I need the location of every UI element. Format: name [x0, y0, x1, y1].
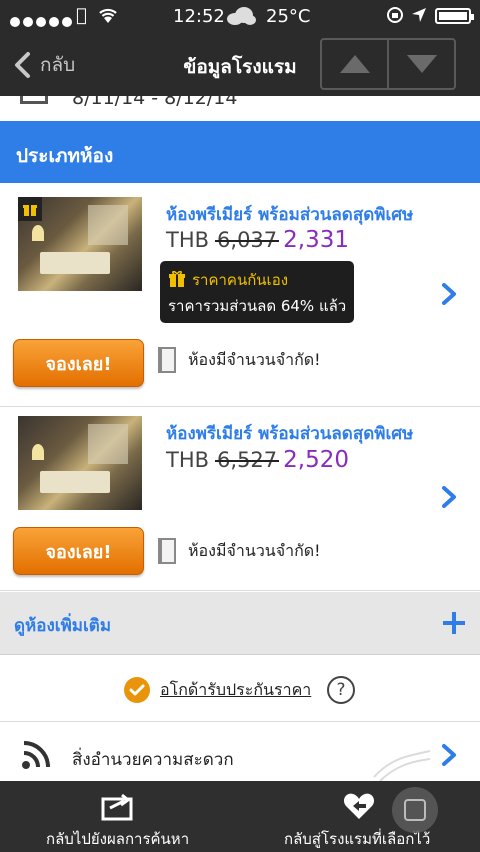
chevron-right-icon[interactable] — [440, 486, 458, 508]
discounted-price: 2,331 — [283, 227, 350, 253]
bottom-toolbar: กลับไปยังผลการค้นหา กลับสู่โรงแรมที่เลือ… — [0, 781, 480, 852]
return-arrow-icon — [101, 793, 133, 821]
wifi-icon — [99, 8, 117, 23]
room-photo[interactable] — [18, 197, 142, 291]
more-rooms-label: ดูห้องเพิ่มเติม — [14, 616, 112, 636]
room-title[interactable]: ห้องพรีเมียร์ พร้อมส่วนลดสุดพิเศษ — [166, 201, 413, 228]
signal-dots — [10, 12, 75, 31]
door-icon — [158, 538, 176, 564]
currency: THB — [166, 228, 210, 252]
book-now-button[interactable]: จองเลย! — [13, 339, 144, 387]
chevron-right-icon[interactable] — [440, 744, 458, 766]
availability-text: ห้องมีจำนวนจำกัด! — [188, 349, 321, 369]
cloud-icon — [227, 7, 256, 25]
status-bar:  12:52 25°C — [0, 0, 480, 32]
facilities-label: สิ่งอำนวยความสะดวก — [72, 750, 234, 770]
price-row: THB 6,527 2,520 — [166, 447, 349, 473]
triangle-down-icon — [406, 55, 437, 73]
discounted-price: 2,520 — [283, 447, 350, 473]
price-guarantee-row: อโกด้ารับประกันราคา ? — [0, 656, 480, 722]
room-card[interactable]: ห้องพรีเมียร์ พร้อมส่วนลดสุดพิเศษ THB 6,… — [0, 407, 480, 591]
price-row: THB 6,037 2,331 — [166, 227, 349, 253]
back-to-results-button[interactable]: กลับไปยังผลการค้นหา — [0, 781, 240, 852]
room-card[interactable]: ห้องพรีเมียร์ พร้อมส่วนลดสุดพิเศษ THB 6,… — [0, 183, 480, 407]
apple-icon:  — [76, 5, 87, 26]
room-types-header: ประเภทห้อง — [0, 121, 480, 183]
gift-icon — [18, 197, 42, 221]
availability-text: ห้องมีจำนวนจำกัด! — [188, 540, 321, 560]
door-icon — [158, 347, 176, 373]
floating-assistive-button[interactable] — [392, 787, 438, 833]
stay-dates: 8/11/14 - 8/12/14 — [72, 96, 238, 109]
next-hotel-button[interactable] — [387, 40, 454, 88]
currency: THB — [166, 448, 210, 472]
book-now-button[interactable]: จองเลย! — [13, 527, 144, 575]
rotation-lock-icon — [387, 7, 403, 23]
wifi-icon — [22, 741, 50, 769]
battery-icon — [435, 8, 474, 24]
availability-notice: ห้องมีจำนวนจำกัด! — [158, 347, 321, 373]
room-photo[interactable] — [18, 416, 142, 510]
checkmark-icon — [124, 677, 150, 703]
stay-dates-row: 8/11/14 - 8/12/14 — [0, 96, 480, 118]
navigation-bar: กลับ ข้อมูลโรงแรม — [0, 32, 480, 96]
deal-badge: ราคาคนกันเอง ราคารวมส่วนลด 64% แล้ว — [160, 261, 354, 323]
room-title[interactable]: ห้องพรีเมียร์ พร้อมส่วนลดสุดพิเศษ — [166, 420, 413, 447]
chevron-right-icon[interactable] — [440, 283, 458, 305]
decorative-swoosh-icon — [373, 750, 431, 782]
deal-text: ราคารวมส่วนลด 64% แล้ว — [168, 297, 347, 315]
original-price: 6,527 — [215, 448, 280, 472]
heart-icon — [343, 793, 375, 819]
triangle-up-icon — [339, 55, 370, 73]
clock: 12:52 — [173, 6, 225, 27]
help-icon[interactable]: ? — [327, 676, 355, 704]
calendar-icon — [20, 96, 48, 104]
deal-title: ราคาคนกันเอง — [192, 271, 289, 289]
original-price: 6,037 — [215, 228, 280, 252]
plus-icon[interactable] — [442, 611, 466, 635]
back-to-results-label: กลับไปยังผลการค้นหา — [46, 830, 190, 848]
more-rooms-row[interactable]: ดูห้องเพิ่มเติม — [0, 592, 480, 655]
back-to-selected-hotel-button[interactable]: กลับสู่โรงแรมที่เลือกไว้ — [240, 781, 480, 852]
temperature: 25°C — [266, 6, 311, 27]
price-guarantee-link[interactable]: อโกด้ารับประกันราคา — [160, 678, 311, 703]
availability-notice: ห้องมีจำนวนจำกัด! — [158, 538, 321, 564]
gift-icon — [169, 270, 185, 287]
facilities-row[interactable]: สิ่งอำนวยความสะดวก — [0, 723, 480, 783]
previous-hotel-button[interactable] — [322, 40, 387, 88]
location-arrow-icon — [412, 8, 426, 22]
prev-next-control — [320, 38, 456, 90]
